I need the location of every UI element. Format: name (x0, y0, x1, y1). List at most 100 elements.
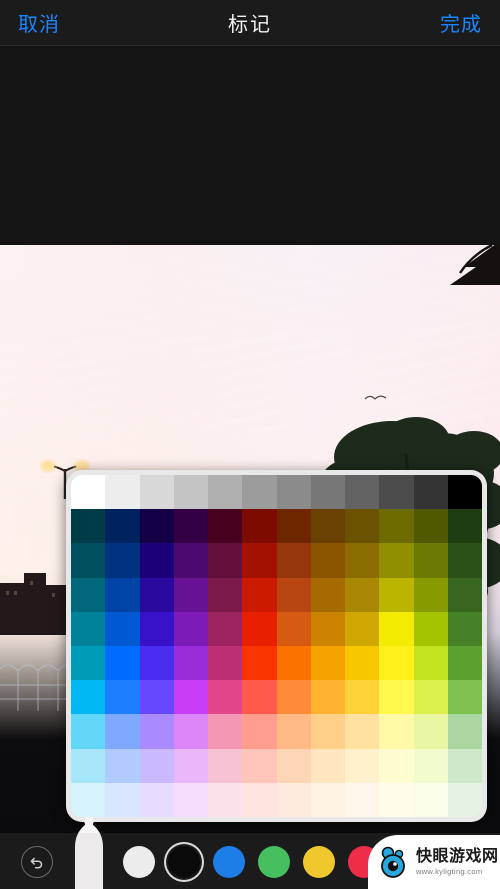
color-swatch-cell[interactable] (173, 611, 208, 646)
color-swatch-cell[interactable] (208, 714, 243, 749)
color-swatch-cell[interactable] (208, 748, 243, 783)
color-swatch-cell[interactable] (310, 782, 345, 817)
color-swatch-cell[interactable] (276, 509, 311, 544)
color-swatch-cell[interactable] (208, 646, 243, 681)
color-swatch-cell[interactable] (208, 543, 243, 578)
color-swatch-cell[interactable] (276, 543, 311, 578)
color-swatch-cell[interactable] (447, 577, 482, 612)
color-swatch-cell[interactable] (413, 748, 448, 783)
color-swatch-cell[interactable] (310, 543, 345, 578)
color-swatch-cell[interactable] (276, 782, 311, 817)
color-swatch-cell[interactable] (310, 509, 345, 544)
color-swatch-cell[interactable] (173, 646, 208, 681)
color-swatch-cell[interactable] (139, 680, 174, 715)
color-swatch-cell[interactable] (208, 475, 243, 510)
color-swatch-cell[interactable] (71, 611, 106, 646)
quick-color-white[interactable] (123, 846, 155, 878)
color-swatch-cell[interactable] (71, 646, 106, 681)
color-swatch-cell[interactable] (345, 475, 380, 510)
color-swatch-cell[interactable] (447, 475, 482, 510)
quick-color-yellow[interactable] (303, 846, 335, 878)
color-swatch-cell[interactable] (310, 611, 345, 646)
color-swatch-cell[interactable] (413, 577, 448, 612)
color-swatch-cell[interactable] (242, 611, 277, 646)
color-swatch-cell[interactable] (447, 680, 482, 715)
color-swatch-cell[interactable] (173, 577, 208, 612)
color-swatch-cell[interactable] (242, 714, 277, 749)
color-swatch-cell[interactable] (310, 680, 345, 715)
color-swatch-cell[interactable] (139, 475, 174, 510)
color-swatch-cell[interactable] (242, 577, 277, 612)
color-swatch-cell[interactable] (242, 646, 277, 681)
color-swatch-cell[interactable] (105, 680, 140, 715)
color-swatch-cell[interactable] (310, 646, 345, 681)
color-swatch-cell[interactable] (71, 680, 106, 715)
color-swatch-cell[interactable] (345, 714, 380, 749)
marker-pen-tool[interactable] (72, 817, 106, 889)
color-swatch-cell[interactable] (139, 646, 174, 681)
color-swatch-cell[interactable] (105, 748, 140, 783)
color-swatch-cell[interactable] (447, 509, 482, 544)
color-swatch-cell[interactable] (379, 748, 414, 783)
color-swatch-cell[interactable] (276, 748, 311, 783)
color-swatch-cell[interactable] (447, 714, 482, 749)
color-swatch-cell[interactable] (413, 782, 448, 817)
color-swatch-cell[interactable] (345, 748, 380, 783)
color-swatch-cell[interactable] (173, 543, 208, 578)
color-swatch-cell[interactable] (105, 543, 140, 578)
color-swatch-cell[interactable] (173, 782, 208, 817)
color-swatch-cell[interactable] (208, 577, 243, 612)
color-swatch-cell[interactable] (242, 782, 277, 817)
color-swatch-cell[interactable] (71, 782, 106, 817)
color-swatch-cell[interactable] (379, 509, 414, 544)
color-swatch-cell[interactable] (379, 680, 414, 715)
undo-button[interactable] (21, 846, 53, 878)
color-swatch-cell[interactable] (413, 543, 448, 578)
color-swatch-cell[interactable] (71, 714, 106, 749)
color-swatch-cell[interactable] (379, 714, 414, 749)
color-swatch-cell[interactable] (208, 611, 243, 646)
color-swatch-cell[interactable] (71, 509, 106, 544)
color-swatch-cell[interactable] (413, 646, 448, 681)
color-swatch-cell[interactable] (447, 782, 482, 817)
color-picker-popover[interactable] (66, 470, 487, 822)
color-swatch-cell[interactable] (71, 475, 106, 510)
color-swatch-cell[interactable] (413, 680, 448, 715)
color-swatch-cell[interactable] (310, 577, 345, 612)
color-swatch-cell[interactable] (447, 543, 482, 578)
color-swatch-cell[interactable] (345, 509, 380, 544)
color-swatch-cell[interactable] (413, 611, 448, 646)
color-swatch-cell[interactable] (105, 475, 140, 510)
color-swatch-cell[interactable] (105, 646, 140, 681)
color-swatch-cell[interactable] (345, 543, 380, 578)
color-swatch-cell[interactable] (345, 782, 380, 817)
color-swatch-cell[interactable] (71, 543, 106, 578)
color-swatch-cell[interactable] (310, 475, 345, 510)
color-swatch-cell[interactable] (447, 611, 482, 646)
color-swatch-cell[interactable] (139, 577, 174, 612)
color-swatch-cell[interactable] (276, 680, 311, 715)
color-swatch-cell[interactable] (276, 577, 311, 612)
color-swatch-cell[interactable] (105, 782, 140, 817)
color-swatch-cell[interactable] (276, 646, 311, 681)
color-swatch-cell[interactable] (208, 509, 243, 544)
quick-color-blue[interactable] (213, 846, 245, 878)
color-swatch-cell[interactable] (345, 577, 380, 612)
color-swatch-cell[interactable] (173, 475, 208, 510)
color-swatch-cell[interactable] (208, 782, 243, 817)
color-swatch-cell[interactable] (242, 509, 277, 544)
color-swatch-cell[interactable] (139, 509, 174, 544)
color-swatch-cell[interactable] (173, 748, 208, 783)
color-swatch-cell[interactable] (276, 475, 311, 510)
quick-color-green[interactable] (258, 846, 290, 878)
done-button[interactable]: 完成 (440, 8, 482, 37)
quick-color-black[interactable] (168, 846, 200, 878)
color-swatch-cell[interactable] (345, 680, 380, 715)
color-swatch-cell[interactable] (139, 611, 174, 646)
color-swatch-cell[interactable] (345, 611, 380, 646)
color-swatch-cell[interactable] (71, 577, 106, 612)
color-swatch-cell[interactable] (276, 714, 311, 749)
color-swatch-grid[interactable] (71, 475, 482, 817)
color-swatch-cell[interactable] (139, 748, 174, 783)
color-swatch-cell[interactable] (345, 646, 380, 681)
